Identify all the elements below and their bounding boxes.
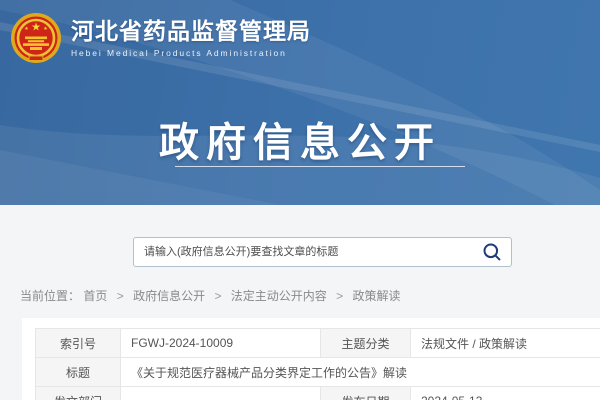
publish-date-label: 发布日期 <box>321 387 411 400</box>
site-name-en: Hebei Medical Products Administration <box>71 48 311 58</box>
topic-category-label: 主题分类 <box>321 329 411 358</box>
breadcrumb-item-home[interactable]: 首页 <box>83 289 107 303</box>
topic-category-value: 法规文件 / 政策解读 <box>411 329 600 358</box>
breadcrumb-item-policy-interpretation[interactable]: 政策解读 <box>353 289 401 303</box>
breadcrumb-item-statutory-disclosure[interactable]: 法定主动公开内容 <box>231 289 327 303</box>
search-input[interactable] <box>134 238 473 266</box>
index-number-label: 索引号 <box>36 329 121 358</box>
page-title: 政府信息公开 <box>0 110 600 168</box>
breadcrumb-separator: > <box>214 289 221 303</box>
breadcrumb-separator: > <box>336 289 343 303</box>
document-detail-card: 索引号 FGWJ-2024-10009 主题分类 法规文件 / 政策解读 标题 … <box>22 318 600 400</box>
doc-title-value: 《关于规范医疗器械产品分类界定工作的公告》解读 <box>121 358 600 387</box>
breadcrumb-label: 当前位置： <box>20 289 80 303</box>
china-national-emblem-icon: ★ ★ ★ <box>10 12 62 64</box>
search-box <box>133 237 512 267</box>
table-row: 标题 《关于规范医疗器械产品分类界定工作的公告》解读 <box>36 358 600 387</box>
site-logo[interactable]: ★ ★ ★ 河北省药品监督管理局 Hebei Medical Products … <box>10 12 311 64</box>
title-divider <box>175 166 465 167</box>
table-row: 索引号 FGWJ-2024-10009 主题分类 法规文件 / 政策解读 <box>36 329 600 358</box>
breadcrumb-item-info-disclosure[interactable]: 政府信息公开 <box>133 289 205 303</box>
breadcrumb-separator: > <box>117 289 124 303</box>
table-row: 发文部门 发布日期 2024-05-13 <box>36 387 600 400</box>
document-meta-table: 索引号 FGWJ-2024-10009 主题分类 法规文件 / 政策解读 标题 … <box>35 328 600 400</box>
publish-date-value: 2024-05-13 <box>411 387 600 400</box>
svg-text:★: ★ <box>24 26 29 32</box>
svg-text:★: ★ <box>31 22 41 34</box>
issuing-dept-value <box>121 387 321 400</box>
search-button[interactable] <box>473 238 511 266</box>
site-header: ★ ★ ★ 河北省药品监督管理局 Hebei Medical Products … <box>0 0 600 205</box>
magnifier-icon <box>482 242 502 262</box>
issuing-dept-label: 发文部门 <box>36 387 121 400</box>
site-name-cn: 河北省药品监督管理局 <box>71 18 311 44</box>
doc-title-label: 标题 <box>36 358 121 387</box>
site-title-block: 河北省药品监督管理局 Hebei Medical Products Admini… <box>71 18 311 57</box>
breadcrumb: 当前位置： 首页 > 政府信息公开 > 法定主动公开内容 > 政策解读 <box>20 287 401 304</box>
svg-text:★: ★ <box>43 26 48 32</box>
index-number-value: FGWJ-2024-10009 <box>121 329 321 358</box>
